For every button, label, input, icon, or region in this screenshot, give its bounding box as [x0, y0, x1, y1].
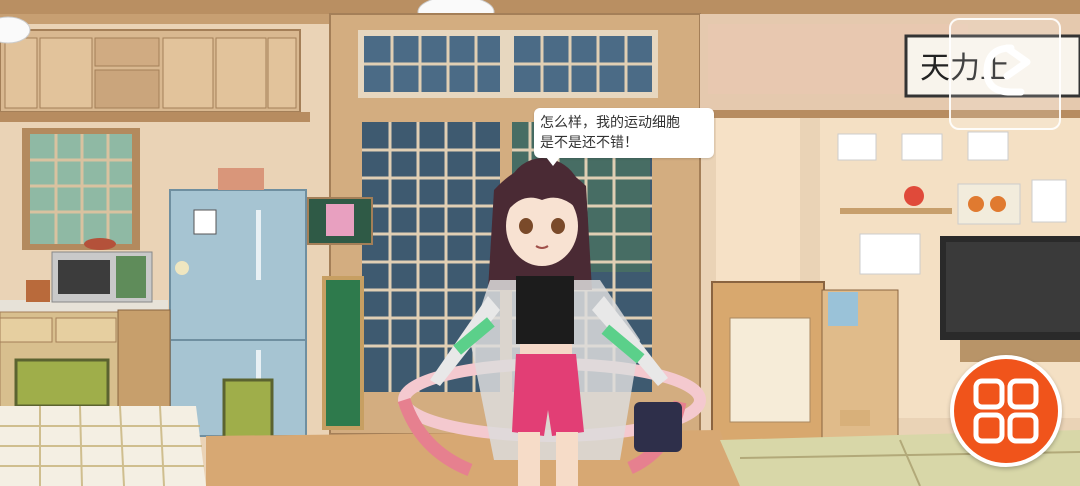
- dialogue-bubble: 怎么样，我的运动细胞 是不是还不错！: [534, 108, 714, 166]
- exit-arrow-icon: [983, 44, 1031, 96]
- television: [940, 236, 1080, 362]
- dining-table: [0, 405, 206, 486]
- game-scene: 天力上: [0, 0, 1080, 486]
- dialogue-line-1: 怎么样，我的运动细胞: [540, 115, 680, 131]
- dialogue-line-2: 是不是还不错！: [540, 135, 638, 151]
- rolled-mat: [322, 276, 364, 430]
- grid-menu-icon: [973, 378, 1039, 444]
- upper-cabinets: [0, 29, 301, 113]
- exit-button[interactable]: [949, 18, 1061, 130]
- menu-button[interactable]: [950, 355, 1062, 467]
- tall-cabinet: [711, 281, 899, 455]
- left-window: [22, 128, 140, 250]
